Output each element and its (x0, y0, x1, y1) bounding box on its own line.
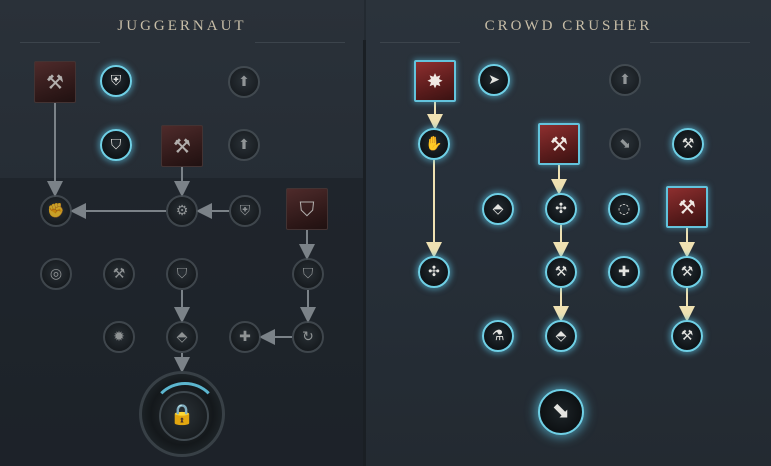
shield-icon: ⛉ (176, 266, 188, 282)
cycle-icon: ↻ (302, 329, 314, 345)
crowd-crusher-passive-rune-2[interactable]: ⬘ (545, 320, 577, 352)
crowd-crusher-passive-hand[interactable]: ✋ (418, 128, 450, 160)
juggernaut-passive-hammer[interactable]: ⚒ (103, 258, 135, 290)
juggernaut-passive-cycle[interactable]: ↻ (292, 321, 324, 353)
fist-icon: ✊ (47, 203, 65, 219)
burst-icon: ✹ (113, 329, 125, 345)
juggernaut-ability-chained-hammer[interactable]: ⚒ (34, 61, 76, 103)
hammer-icon: ⚒ (554, 264, 568, 280)
juggernaut-passive-burst[interactable]: ✹ (103, 321, 135, 353)
rune-icon: ⬘ (555, 328, 567, 344)
rune-icon: ⬘ (176, 329, 188, 345)
crowd-crusher-passive-scatter-2[interactable]: ✣ (418, 256, 450, 288)
juggernaut-ability-slam[interactable]: ⚒ (161, 125, 203, 167)
lock-icon: 🔒 (169, 402, 195, 426)
crowd-crusher-ability-hammer-strike[interactable]: ⚒ (538, 123, 580, 165)
juggernaut-ability-shield-bash[interactable]: ⛉ (286, 188, 328, 230)
gear-icon: ⚙ (175, 203, 189, 219)
crowd-crusher-passive-potion[interactable]: ⚗ (482, 320, 514, 352)
potion-icon: ⚗ (491, 328, 505, 344)
juggernaut-passive-rune[interactable]: ⬘ (166, 321, 198, 353)
juggernaut-passive-gear[interactable]: ⚙ (166, 195, 198, 227)
hammer-slam-icon: ⚒ (173, 134, 191, 158)
shield-icon: ⛉ (110, 137, 122, 153)
juggernaut-passive-armor[interactable]: ⛨ (100, 65, 132, 97)
juggernaut-passive-cross[interactable]: ✚ (229, 321, 261, 353)
ring-icon: ◎ (49, 266, 63, 282)
hammer-icon: ⚒ (680, 264, 694, 280)
crowd-crusher-passive-hammer[interactable]: ⚒ (672, 128, 704, 160)
hammer-icon: ⚒ (681, 136, 695, 152)
quake-icon: ⚒ (678, 195, 696, 219)
upgrade-arrow-icon: ⬆ (238, 137, 250, 153)
upgrade-arrow-icon: ⬆ (238, 74, 250, 90)
upgrade-arrow-icon: ⬆ (619, 72, 631, 88)
chest-armor-icon: ⛨ (110, 73, 122, 89)
crowd-crusher-passive-hammer-4[interactable]: ⚒ (671, 320, 703, 352)
crowd-crusher-passive-charge[interactable]: ➤ (478, 64, 510, 96)
crowd-crusher-ability-quake[interactable]: ⚒ (666, 186, 708, 228)
hammer-strike-icon: ⚒ (550, 132, 568, 156)
crowd-crusher-ultimate[interactable]: ⬊ (538, 389, 584, 435)
boot-icon: ⬊ (619, 136, 631, 152)
shield-icon: ⛉ (302, 266, 314, 282)
juggernaut-passive-shield[interactable]: ⛉ (100, 129, 132, 161)
crowd-crusher-passive-scatter[interactable]: ✣ (545, 193, 577, 225)
juggernaut-passive-fist[interactable]: ✊ (40, 195, 72, 227)
shockwave-icon: ✸ (426, 69, 444, 93)
juggernaut-passive-armor-2[interactable]: ⛨ (229, 195, 261, 227)
hammer-icon: ⚒ (112, 266, 126, 282)
hand-icon: ✋ (425, 136, 443, 152)
boot-stomp-icon: ⬊ (551, 399, 571, 424)
juggernaut-passive-shield-2[interactable]: ⛉ (166, 258, 198, 290)
cross-icon: ✚ (618, 264, 630, 280)
juggernaut-ultimate-locked[interactable]: 🔒 (139, 371, 225, 457)
crowd-crusher-passive-boot[interactable]: ⬊ (609, 128, 641, 160)
rune-icon: ⬘ (492, 201, 504, 217)
cross-icon: ✚ (239, 329, 251, 345)
crowd-crusher-passive-hammer-3[interactable]: ⚒ (671, 256, 703, 288)
scatter-icon: ✣ (555, 201, 567, 217)
crowd-crusher-passive-rune[interactable]: ⬘ (482, 193, 514, 225)
hammer-icon: ⚒ (680, 328, 694, 344)
hammer-chain-icon: ⚒ (46, 70, 64, 94)
crowd-crusher-passive-bonus[interactable]: ⬆ (609, 64, 641, 96)
shield-bash-icon: ⛉ (299, 197, 315, 221)
crowd-crusher-passive-hammer-2[interactable]: ⚒ (545, 256, 577, 288)
juggernaut-passive-shield-3[interactable]: ⛉ (292, 258, 324, 290)
juggernaut-passive-bonus-1[interactable]: ⬆ (228, 66, 260, 98)
crowd-crusher-passive-orbit[interactable]: ◌ (608, 193, 640, 225)
charge-icon: ➤ (488, 72, 500, 88)
crowd-crusher-passive-cross[interactable]: ✚ (608, 256, 640, 288)
juggernaut-passive-bonus-2[interactable]: ⬆ (228, 129, 260, 161)
chest-armor-icon: ⛨ (239, 203, 251, 219)
juggernaut-passive-ring[interactable]: ◎ (40, 258, 72, 290)
crowd-crusher-ability-shockwave[interactable]: ✸ (414, 60, 456, 102)
scatter-icon: ✣ (428, 264, 440, 280)
orbit-icon: ◌ (617, 201, 631, 217)
